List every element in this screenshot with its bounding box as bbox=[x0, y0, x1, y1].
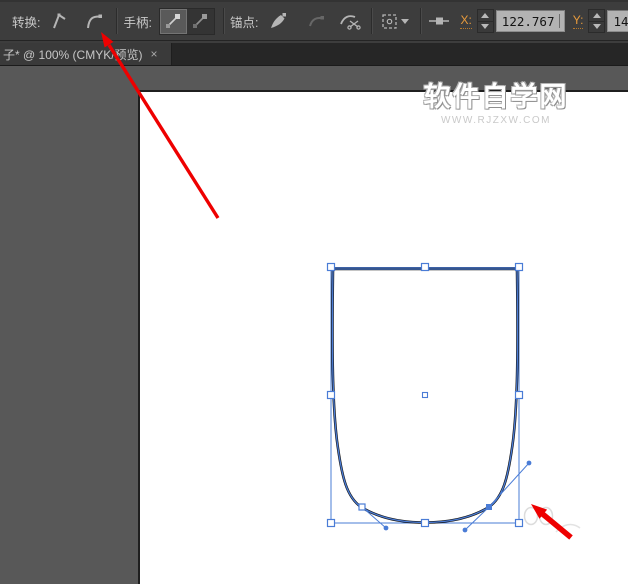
y-stepper bbox=[588, 9, 606, 33]
anchor-label: 锚点: bbox=[229, 15, 259, 30]
show-handles-button[interactable] bbox=[159, 8, 187, 34]
anchor-curve-button-disabled[interactable] bbox=[304, 9, 328, 33]
connect-handles-button[interactable] bbox=[427, 9, 451, 33]
cut-path-button[interactable] bbox=[338, 9, 362, 33]
x-coordinate-label: X: bbox=[460, 13, 472, 29]
text-caret bbox=[558, 14, 560, 28]
y-stepper-down-button[interactable] bbox=[589, 22, 604, 33]
toolbar-separator bbox=[116, 8, 119, 34]
handle-bar-icon bbox=[429, 17, 450, 25]
down-arrow-icon bbox=[592, 24, 601, 30]
illustrator-window: 转换: 手柄: 锚点: X: 122.767 Y: 14 子* @ 100% (… bbox=[0, 0, 628, 584]
toolbar-separator bbox=[222, 8, 225, 34]
add-anchor-pen-button[interactable] bbox=[266, 9, 290, 33]
up-arrow-icon bbox=[481, 12, 490, 18]
document-tab-title: 子* @ 100% (CMYK/预览) bbox=[3, 47, 143, 62]
pen-nib-icon bbox=[271, 13, 287, 28]
convert-to-smooth-button[interactable] bbox=[82, 9, 106, 33]
down-arrow-icon bbox=[481, 24, 490, 30]
y-coordinate-label: Y: bbox=[572, 13, 584, 29]
handles-label: 手柄: bbox=[123, 15, 152, 30]
handle-display-group bbox=[158, 7, 215, 35]
y-coordinate-input[interactable]: 146.756 bbox=[607, 10, 628, 32]
hide-handles-button[interactable] bbox=[186, 8, 214, 34]
smooth-point-icon bbox=[86, 14, 102, 28]
x-coordinate-value: 122.767 bbox=[501, 13, 555, 29]
x-stepper-down-button[interactable] bbox=[478, 22, 493, 33]
toolbar-separator bbox=[371, 8, 374, 34]
x-coordinate-input[interactable]: 122.767 bbox=[495, 10, 565, 32]
tab-close-button[interactable]: × bbox=[151, 47, 158, 61]
document-tab-bar: 子* @ 100% (CMYK/预览) × bbox=[0, 43, 628, 66]
x-stepper bbox=[476, 9, 494, 33]
dropdown-arrow-icon bbox=[401, 18, 410, 24]
convert-to-corner-button[interactable] bbox=[46, 9, 70, 33]
y-stepper-up-button[interactable] bbox=[589, 10, 605, 22]
canvas-pasteboard[interactable] bbox=[0, 66, 628, 584]
artboard[interactable] bbox=[138, 90, 628, 584]
toolbar-separator bbox=[420, 8, 423, 34]
anchor-control-bar: 转换: 手柄: 锚点: X: 122.767 Y: 14 bbox=[0, 0, 628, 41]
cut-path-scissors-icon bbox=[340, 15, 361, 30]
curve-segment-icon bbox=[308, 15, 324, 26]
handles-shown-icon bbox=[166, 14, 181, 28]
x-stepper-up-button[interactable] bbox=[477, 10, 493, 22]
marquee-square-icon bbox=[382, 13, 398, 29]
up-arrow-icon bbox=[592, 12, 601, 18]
document-tab[interactable]: 子* @ 100% (CMYK/预览) × bbox=[0, 43, 172, 65]
corner-point-icon bbox=[53, 12, 66, 28]
y-coordinate-value: 146.756 bbox=[613, 13, 628, 29]
convert-label: 转换: bbox=[12, 15, 41, 30]
isolate-selection-dropdown[interactable] bbox=[378, 9, 412, 33]
handles-hidden-icon bbox=[193, 14, 208, 28]
